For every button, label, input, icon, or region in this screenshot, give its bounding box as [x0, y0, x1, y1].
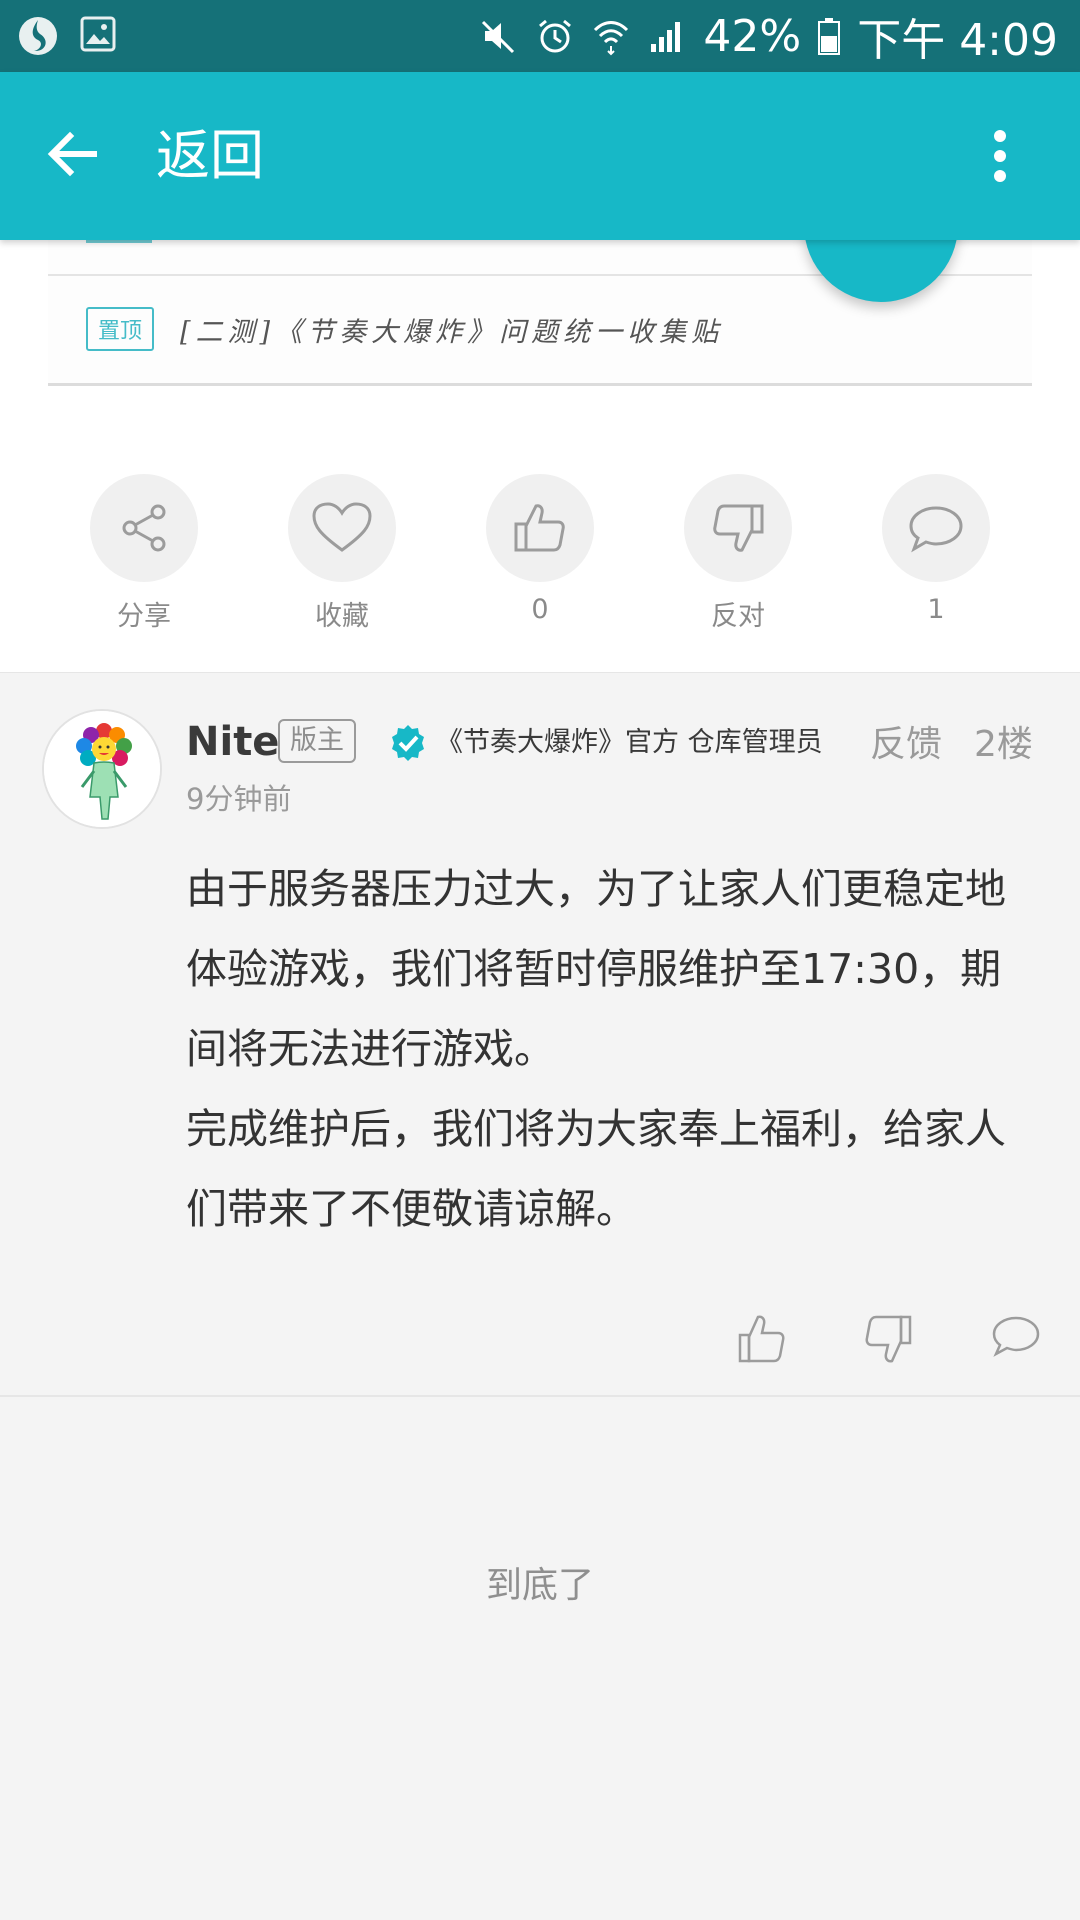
pinned-thread-title: [二测]《节奏大爆炸》问题统一收集贴: [180, 316, 724, 348]
like-button[interactable]: 0: [485, 474, 595, 625]
comment-circle: [882, 474, 990, 582]
comment-icon: [909, 506, 963, 553]
share-icon: [122, 504, 166, 552]
reply-like-icon[interactable]: [738, 1313, 786, 1365]
wifi-icon: [594, 21, 629, 56]
flower-avatar-icon: [44, 711, 160, 827]
favorite-label: 收藏: [315, 601, 369, 632]
like-count: 0: [531, 594, 549, 625]
favorite-button[interactable]: 收藏: [287, 474, 397, 633]
share-circle: [90, 474, 198, 582]
mute-icon: [482, 20, 515, 54]
post-paragraph: 完成维护后，我们将为大家奉上福利，给家人们带来了不便敬请谅解。: [186, 1105, 1006, 1233]
thumbs-down-icon: [713, 504, 764, 552]
notification-icons: [16, 14, 118, 58]
reply-dislike-icon[interactable]: [864, 1313, 912, 1365]
tag-stub: [86, 240, 152, 243]
page-title[interactable]: 返回: [156, 124, 264, 188]
comment-button[interactable]: 1: [881, 474, 991, 625]
music-app-icon: [19, 17, 57, 55]
feedback-link[interactable]: 反馈: [870, 723, 942, 767]
share-label: 分享: [117, 601, 171, 632]
app-bar: 返回: [0, 72, 1080, 240]
pinned-thread-link[interactable]: 置顶 [二测]《节奏大爆炸》问题统一收集贴: [86, 307, 724, 351]
more-vert-icon[interactable]: [992, 128, 1008, 184]
moderator-badge: 版主: [278, 719, 356, 763]
post-actions: 分享 收藏 0 反对 1: [0, 474, 1080, 634]
verified-check-icon: [392, 725, 424, 761]
clock: 下午 4:09: [857, 15, 1058, 66]
back-arrow-icon[interactable]: [44, 126, 100, 182]
post-header-card: 置顶 [二测]《节奏大爆炸》问题统一收集贴 分享 收藏 0 反对 1: [0, 240, 1080, 672]
post-time: 9分钟前: [186, 782, 292, 816]
status-bar: 42% 下午 4:09: [0, 0, 1080, 72]
share-button[interactable]: 分享: [89, 474, 199, 633]
alarm-icon: [539, 19, 572, 53]
username[interactable]: Nite: [186, 717, 279, 767]
post-paragraph: 由于服务器压力过大，为了让家人们更稳定地体验游戏，我们将暂时停服维护至17:30…: [186, 865, 1006, 1073]
battery-icon: [818, 18, 841, 55]
signal-icon: [651, 22, 681, 52]
floor-number: 2楼: [974, 724, 1033, 765]
reply-comment-icon[interactable]: [990, 1313, 1042, 1361]
dislike-button[interactable]: 反对: [683, 474, 793, 633]
reply-post: Nite 版主 《节奏大爆炸》官方 仓库管理员 反馈 2楼 9分钟前 由于服务器…: [0, 672, 1080, 1397]
post-body: 由于服务器压力过大，为了让家人们更稳定地体验游戏，我们将暂时停服维护至17:30…: [186, 849, 1026, 1249]
status-right: 42% 下午 4:09: [479, 6, 1058, 66]
verified-title: 《节奏大爆炸》官方 仓库管理员: [436, 727, 823, 758]
battery-percent: 42%: [703, 10, 802, 62]
image-notification-icon: [80, 16, 116, 52]
dislike-circle: [684, 474, 792, 582]
avatar[interactable]: [42, 709, 162, 829]
dislike-label: 反对: [711, 601, 765, 632]
comment-count: 1: [927, 594, 945, 625]
favorite-circle: [288, 474, 396, 582]
heart-icon: [312, 502, 372, 552]
like-circle: [486, 474, 594, 582]
thumbs-up-icon: [514, 504, 565, 552]
pinned-tag: 置顶: [86, 307, 155, 351]
end-of-list-text: 到底了: [485, 1565, 594, 1606]
